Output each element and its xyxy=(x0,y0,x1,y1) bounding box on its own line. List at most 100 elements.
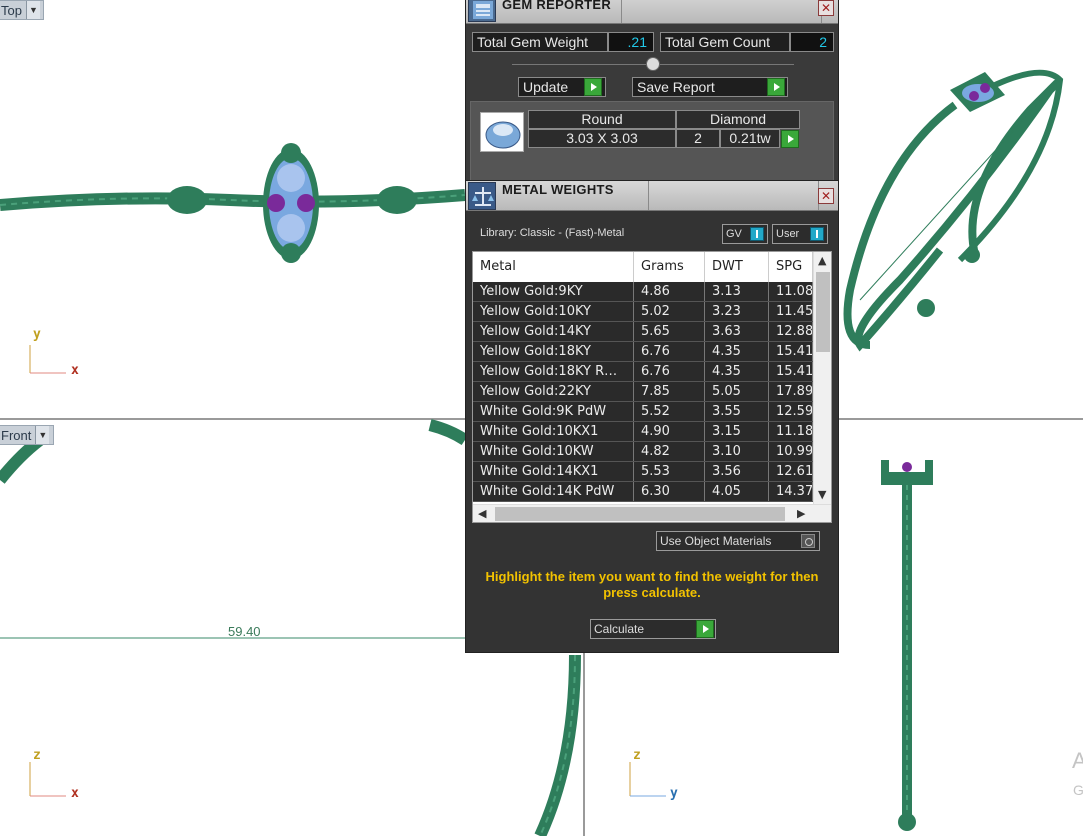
column-header[interactable]: SPG xyxy=(769,252,813,282)
gv-toggle-icon[interactable] xyxy=(750,227,764,241)
use-object-materials-label: Use Object Materials xyxy=(660,534,772,548)
table-row[interactable]: Yellow Gold:14KY 5.65 3.63 12.88 xyxy=(473,322,813,342)
viewport-front-label[interactable]: Front ▼ xyxy=(0,425,54,445)
axis-x-label: x xyxy=(71,786,79,801)
column-header[interactable]: Grams xyxy=(634,252,705,282)
top-view-ring xyxy=(0,143,466,263)
axis-y-label: y xyxy=(670,786,678,801)
table-row[interactable]: Yellow Gold:18KY 6.76 4.35 15.41 xyxy=(473,342,813,362)
column-header[interactable]: DWT xyxy=(705,252,769,282)
metal-weights-titlebar[interactable]: METAL WEIGHTS ✕ xyxy=(466,181,838,211)
use-object-materials-toggle[interactable]: Use Object Materials xyxy=(656,531,820,551)
total-gem-weight-value: .21 xyxy=(608,32,654,52)
chevron-down-icon[interactable]: ▼ xyxy=(25,1,40,19)
grams-value: 6.76 xyxy=(634,342,705,361)
chevron-down-icon[interactable]: ▼ xyxy=(35,426,50,444)
user-toggle-icon[interactable] xyxy=(810,227,824,241)
total-gem-weight-label: Total Gem Weight xyxy=(472,32,608,52)
axis-z-label: z xyxy=(633,748,641,763)
metal-name: White Gold:14KX1 xyxy=(473,462,634,481)
dwt-value: 4.35 xyxy=(705,342,769,361)
play-icon[interactable] xyxy=(584,78,602,96)
table-row[interactable]: White Gold:10KX1 4.90 3.15 11.18 xyxy=(473,422,813,442)
chevron-right-icon[interactable]: ▶ xyxy=(797,507,805,520)
table-row[interactable]: Yellow Gold:9KY 4.86 3.13 11.08 xyxy=(473,282,813,302)
spg-value: 11.08 xyxy=(769,282,813,301)
play-icon[interactable] xyxy=(767,78,785,96)
gem-list-area: Round Diamond 3.03 X 3.03 2 0.21tw xyxy=(470,101,834,187)
user-toggle-label: User xyxy=(776,228,800,240)
grams-value: 5.52 xyxy=(634,402,705,421)
close-icon[interactable]: ✕ xyxy=(818,0,834,16)
table-row[interactable]: Yellow Gold:22KY 7.85 5.05 17.89 xyxy=(473,382,813,402)
viewport-top-label[interactable]: Top ▼ xyxy=(0,0,44,20)
grams-value: 5.65 xyxy=(634,322,705,341)
spg-value: 12.61 xyxy=(769,462,813,481)
axis-x-label: x xyxy=(71,363,79,378)
spg-value: 17.89 xyxy=(769,382,813,401)
spg-value: 15.41 xyxy=(769,342,813,361)
metal-weights-table: Metal Grams DWT SPG Yellow Gold:9KY 4.86 3… xyxy=(472,251,832,523)
grams-value: 5.02 xyxy=(634,302,705,321)
save-report-button[interactable]: Save Report xyxy=(632,77,788,97)
spg-value: 12.59 xyxy=(769,402,813,421)
close-icon[interactable]: ✕ xyxy=(818,188,834,204)
grams-value: 4.82 xyxy=(634,442,705,461)
dwt-value: 3.56 xyxy=(705,462,769,481)
table-row[interactable]: Yellow Gold:18KY R… 6.76 4.35 15.41 xyxy=(473,362,813,382)
table-header: Metal Grams DWT SPG xyxy=(473,252,813,282)
axis-z-label: z xyxy=(33,748,41,763)
slider-handle[interactable] xyxy=(646,57,660,71)
gem-type: Diamond xyxy=(676,110,800,129)
radio-icon[interactable] xyxy=(801,534,815,548)
watermark-line2: G xyxy=(1073,782,1083,798)
chevron-left-icon[interactable]: ◀ xyxy=(478,507,486,520)
metal-weights-panel: METAL WEIGHTS ✕ Library: Classic - (Fast… xyxy=(465,180,839,653)
play-icon[interactable] xyxy=(696,620,714,638)
update-button-label: Update xyxy=(523,79,569,95)
spg-value: 14.37 xyxy=(769,482,813,501)
scrollbar-thumb[interactable] xyxy=(495,507,785,521)
total-gem-count-value: 2 xyxy=(790,32,834,52)
metal-name: White Gold:14K PdW xyxy=(473,482,634,501)
dwt-value: 3.55 xyxy=(705,402,769,421)
gem-count: 2 xyxy=(676,129,720,148)
metal-name: Yellow Gold:22KY xyxy=(473,382,634,401)
dwt-value: 4.05 xyxy=(705,482,769,501)
table-row[interactable]: White Gold:14KX1 5.53 3.56 12.61 xyxy=(473,462,813,482)
table-row[interactable]: White Gold:10KW 4.82 3.10 10.99 xyxy=(473,442,813,462)
gem-reporter-title: GEM REPORTER xyxy=(502,0,612,12)
dwt-value: 3.23 xyxy=(705,302,769,321)
scrollbar-thumb[interactable] xyxy=(816,272,830,352)
spg-value: 15.41 xyxy=(769,362,813,381)
gem-reporter-titlebar[interactable]: GEM REPORTER ✕ xyxy=(466,0,838,24)
metal-name: Yellow Gold:18KY R… xyxy=(473,362,634,381)
spg-value: 10.99 xyxy=(769,442,813,461)
table-row[interactable]: White Gold:9K PdW 5.52 3.55 12.59 xyxy=(473,402,813,422)
calculate-button-label: Calculate xyxy=(594,622,645,636)
cad-workspace: Top ▼ Front ▼ y x z x z y 59.40 A G GEM … xyxy=(0,0,1083,836)
perspective-view-ring xyxy=(843,69,1064,352)
metal-name: White Gold:9K PdW xyxy=(473,402,634,421)
metal-name: Yellow Gold:9KY xyxy=(473,282,634,301)
dwt-value: 3.13 xyxy=(705,282,769,301)
save-report-button-label: Save Report xyxy=(637,79,715,95)
horizontal-scrollbar[interactable]: ◀ ▶ xyxy=(473,504,831,522)
vertical-scrollbar[interactable]: ▲ ▼ xyxy=(813,252,831,504)
hint-text: Highlight the item you want to find the … xyxy=(485,569,819,600)
table-row[interactable]: Yellow Gold:10KY 5.02 3.23 11.45 xyxy=(473,302,813,322)
dimension-label: 59.40 xyxy=(228,624,261,639)
gem-reporter-icon xyxy=(468,0,496,22)
library-label: Library: Classic - (Fast)-Metal xyxy=(480,227,625,239)
chevron-down-icon[interactable]: ▼ xyxy=(818,488,826,501)
dwt-value: 3.63 xyxy=(705,322,769,341)
column-header[interactable]: Metal xyxy=(473,252,634,282)
gem-reporter-panel: GEM REPORTER ✕ Total Gem Weight .21 Tota… xyxy=(465,0,839,190)
gem-shape: Round xyxy=(528,110,676,129)
chevron-up-icon[interactable]: ▲ xyxy=(818,254,826,267)
metal-name: White Gold:10KW xyxy=(473,442,634,461)
play-icon[interactable] xyxy=(781,130,799,148)
spg-value: 11.45 xyxy=(769,302,813,321)
table-row[interactable]: White Gold:14K PdW 6.30 4.05 14.37 xyxy=(473,482,813,502)
metal-name: White Gold:10KX1 xyxy=(473,422,634,441)
